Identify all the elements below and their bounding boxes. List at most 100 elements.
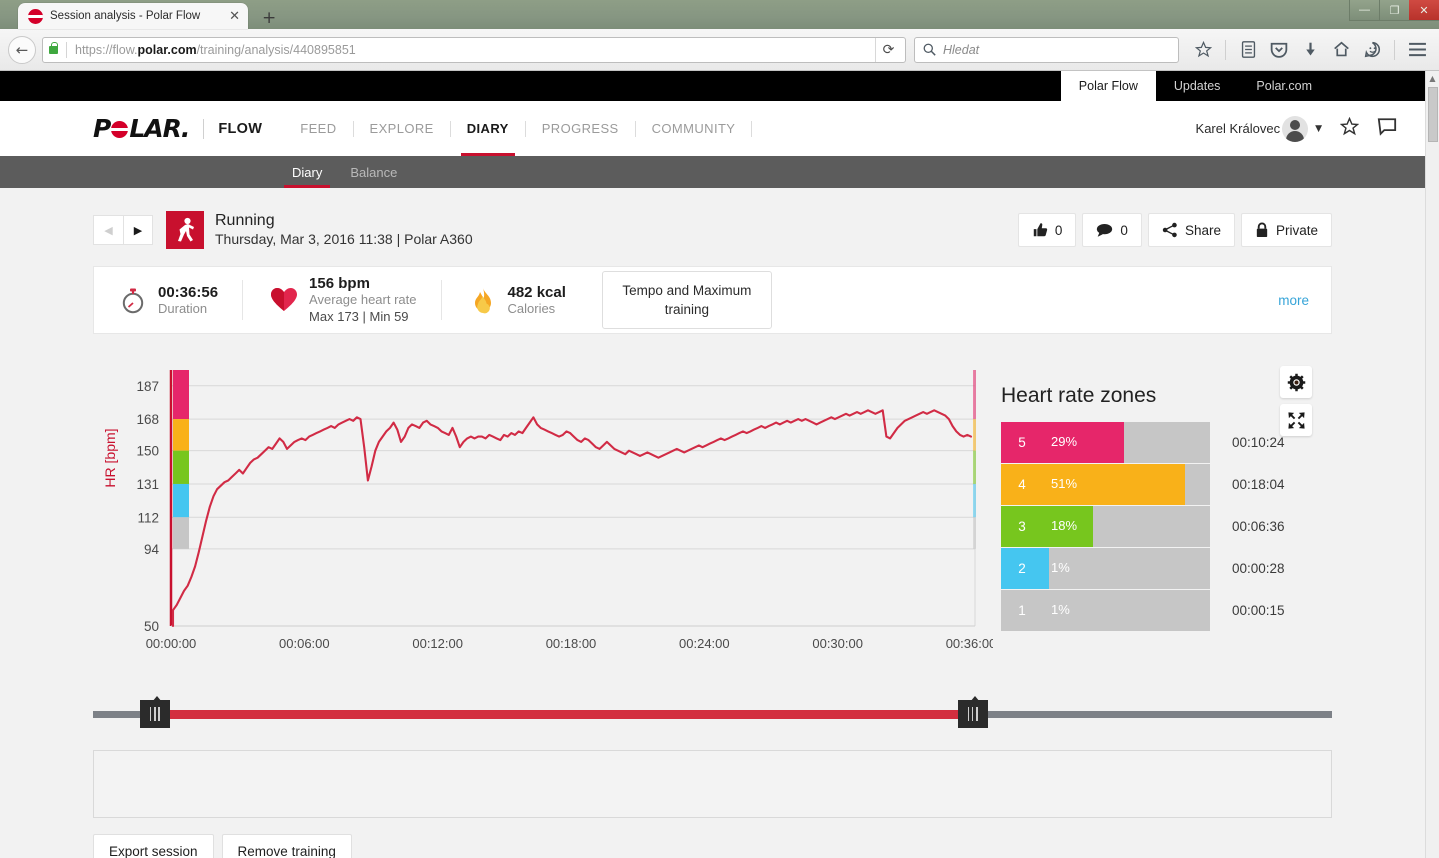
duration-label: Duration xyxy=(158,301,218,317)
more-link[interactable]: more xyxy=(1278,293,1309,308)
hamburger-menu-icon[interactable] xyxy=(1403,36,1431,64)
nav-item-diary[interactable]: DIARY xyxy=(451,101,525,156)
nav-item-explore[interactable]: EXPLORE xyxy=(354,101,450,156)
address-bar[interactable]: https://flow.polar.com/training/analysis… xyxy=(42,37,906,63)
topstrip-link-updates[interactable]: Updates xyxy=(1156,71,1239,101)
page-scrollbar[interactable]: ▲ xyxy=(1425,71,1439,858)
maximize-icon[interactable]: ❐ xyxy=(1379,0,1409,21)
calories-label: Calories xyxy=(508,301,566,317)
url-domain: polar.com xyxy=(138,43,197,57)
tab-title: Session analysis - Polar Flow xyxy=(50,10,223,22)
zone-row: 21%00:00:28 xyxy=(1001,548,1381,589)
session-header: ◀ ▶ Running Thursday, Mar 3, 2016 11:38 … xyxy=(93,208,1332,252)
search-input[interactable]: Hledat xyxy=(914,37,1179,63)
new-tab-button[interactable]: + xyxy=(262,10,276,27)
home-icon[interactable] xyxy=(1327,36,1355,64)
logo-text-left: P xyxy=(93,114,110,143)
zone-percent: 18% xyxy=(1051,518,1077,533)
comment-bubble-icon xyxy=(1096,223,1113,237)
svg-text:00:00:00: 00:00:00 xyxy=(146,636,197,651)
bookmark-star-icon[interactable] xyxy=(1189,36,1217,64)
svg-text:94: 94 xyxy=(144,542,160,557)
zone-time: 00:10:24 xyxy=(1232,435,1285,450)
zone-row: 451%00:18:04 xyxy=(1001,464,1381,505)
training-type-button[interactable]: Tempo and Maximum training xyxy=(602,271,772,329)
topstrip-link-polarflow[interactable]: Polar Flow xyxy=(1061,71,1156,101)
heart-icon xyxy=(267,287,301,313)
browser-toolbar-icons xyxy=(1189,36,1431,64)
chevron-down-icon[interactable]: ▼ xyxy=(1315,124,1322,134)
share-button[interactable]: Share xyxy=(1148,213,1235,247)
reload-icon[interactable]: ⟳ xyxy=(875,38,901,62)
time-range-slider[interactable] xyxy=(93,698,1332,728)
heart-rate-chart[interactable]: 1871681501311129450HR [bpm]00:00:0000:06… xyxy=(93,364,993,664)
svg-text:187: 187 xyxy=(136,379,159,394)
downloads-icon[interactable] xyxy=(1296,36,1324,64)
zones-title: Heart rate zones xyxy=(1001,384,1381,408)
subnav-item-diary[interactable]: Diary xyxy=(278,156,336,188)
session-text: Running Thursday, Mar 3, 2016 11:38 | Po… xyxy=(215,211,473,249)
summary-calories: 482 kcal Calories xyxy=(466,284,566,317)
notifications-speech-icon[interactable] xyxy=(1377,117,1397,141)
nav-item-community[interactable]: COMMUNITY xyxy=(636,101,752,156)
comment-button[interactable]: 0 xyxy=(1082,213,1142,247)
zones-rows: 529%00:10:24451%00:18:04318%00:06:3621%0… xyxy=(1001,422,1381,631)
site-header: PLAR. FLOW FEED EXPLORE DIARY PROGRESS C… xyxy=(0,101,1425,156)
hr-minmax: Max 173 | Min 59 xyxy=(309,308,416,325)
slider-handle-left[interactable] xyxy=(140,700,170,728)
duration-value: 00:36:56 xyxy=(158,284,218,301)
flow-label: FLOW xyxy=(218,121,262,137)
nav-item-feed[interactable]: FEED xyxy=(284,101,352,156)
close-icon[interactable]: ✕ xyxy=(229,10,240,23)
previous-session-button[interactable]: ◀ xyxy=(93,215,123,245)
svg-text:112: 112 xyxy=(137,510,159,525)
sync-smiley-icon[interactable] xyxy=(1358,36,1386,64)
session-notes-box[interactable] xyxy=(93,750,1332,818)
scrollbar-thumb[interactable] xyxy=(1428,87,1438,142)
zone-bar-track: 18% xyxy=(1043,506,1210,547)
lock-icon xyxy=(1255,222,1269,238)
svg-text:00:06:00: 00:06:00 xyxy=(279,636,330,651)
session-actions: 0 0 Share Private xyxy=(1018,213,1332,247)
svg-text:00:30:00: 00:30:00 xyxy=(812,636,863,651)
handle-grip xyxy=(968,707,978,721)
avatar[interactable] xyxy=(1282,116,1308,142)
subnav-item-balance[interactable]: Balance xyxy=(336,156,411,188)
zone-bar-fill xyxy=(1043,590,1049,631)
lock-icon xyxy=(49,46,58,54)
search-icon xyxy=(923,43,936,56)
stopwatch-icon xyxy=(116,287,150,314)
zone-row: 318%00:06:36 xyxy=(1001,506,1381,547)
like-button[interactable]: 0 xyxy=(1018,213,1077,247)
zone-number: 3 xyxy=(1001,506,1043,547)
export-session-button[interactable]: Export session xyxy=(93,834,214,858)
nav-separator xyxy=(751,121,752,137)
summary-divider xyxy=(242,280,243,320)
zone-bar-track: 1% xyxy=(1043,548,1210,589)
privacy-button[interactable]: Private xyxy=(1241,213,1332,247)
nav-item-progress[interactable]: PROGRESS xyxy=(526,101,635,156)
slider-handle-right[interactable] xyxy=(958,700,988,728)
topstrip-link-polarcom[interactable]: Polar.com xyxy=(1238,71,1330,101)
url-path: /training/analysis/440895851 xyxy=(197,43,356,57)
remove-training-button[interactable]: Remove training xyxy=(222,834,352,858)
window-controls: — ❐ ✕ xyxy=(1349,0,1439,22)
minimize-icon[interactable]: — xyxy=(1349,0,1379,21)
favorites-star-icon[interactable] xyxy=(1340,117,1359,141)
summary-duration: 00:36:56 Duration xyxy=(116,284,218,317)
scroll-up-arrow[interactable]: ▲ xyxy=(1426,71,1439,86)
flame-icon xyxy=(466,287,500,314)
zone-row: 529%00:10:24 xyxy=(1001,422,1381,463)
reader-list-icon[interactable] xyxy=(1234,36,1262,64)
browser-tab[interactable]: Session analysis - Polar Flow ✕ xyxy=(18,3,248,29)
browser-navbar: ← https://flow.polar.com/training/analys… xyxy=(0,29,1439,71)
back-button[interactable]: ← xyxy=(8,36,36,64)
pocket-icon[interactable] xyxy=(1265,36,1293,64)
search-placeholder: Hledat xyxy=(943,43,979,57)
summary-heartrate-text: 156 bpm Average heart rate Max 173 | Min… xyxy=(309,275,416,325)
like-count: 0 xyxy=(1055,223,1063,238)
next-session-button[interactable]: ▶ xyxy=(123,215,153,245)
window-close-icon[interactable]: ✕ xyxy=(1409,0,1439,21)
polar-logo[interactable]: PLAR. xyxy=(93,114,189,143)
sub-navigation: Diary Balance xyxy=(0,156,1425,188)
